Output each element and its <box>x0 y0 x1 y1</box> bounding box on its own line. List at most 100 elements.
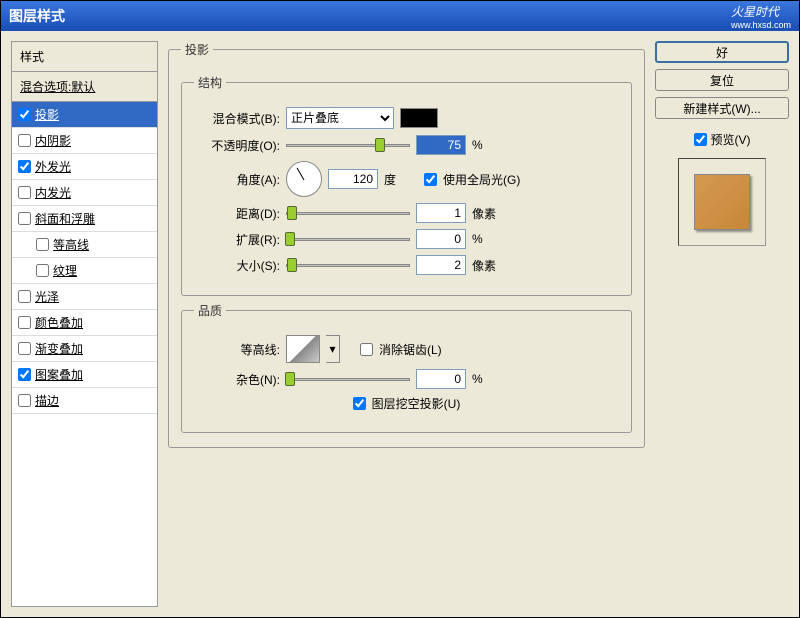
noise-unit: % <box>472 372 506 386</box>
style-item-7[interactable]: 光泽 <box>12 284 157 310</box>
label-size: 大小(S): <box>194 257 280 274</box>
style-item-9[interactable]: 渐变叠加 <box>12 336 157 362</box>
distance-unit: 像素 <box>472 205 506 222</box>
global-light-label: 使用全局光(G) <box>443 171 520 188</box>
noise-slider[interactable] <box>286 378 410 381</box>
style-checkbox-10[interactable] <box>18 368 31 381</box>
style-checkbox-8[interactable] <box>18 316 31 329</box>
style-checkbox-4[interactable] <box>18 212 31 225</box>
style-label-11: 描边 <box>35 392 59 409</box>
watermark-logo: 火星时代 www.hxsd.com <box>731 3 791 30</box>
style-checkbox-9[interactable] <box>18 342 31 355</box>
group-structure-legend: 结构 <box>194 74 226 91</box>
right-panel: 好 复位 新建样式(W)... 预览(V) <box>655 41 789 607</box>
spread-input[interactable] <box>416 229 466 249</box>
style-label-9: 渐变叠加 <box>35 340 83 357</box>
angle-dial[interactable] <box>286 161 322 197</box>
style-item-4[interactable]: 斜面和浮雕 <box>12 206 157 232</box>
label-angle: 角度(A): <box>194 171 280 188</box>
style-checkbox-5[interactable] <box>36 238 49 251</box>
main-panel: 投影 结构 混合模式(B): 正片叠底 不透明度(O): % 角度(A): <box>168 41 645 607</box>
row-noise: 杂色(N): % <box>194 369 619 389</box>
spread-unit: % <box>472 232 506 246</box>
group-quality: 品质 等高线: ▾ 消除锯齿(L) 杂色(N): % 图层挖空投影(U) <box>181 302 632 433</box>
ok-button[interactable]: 好 <box>655 41 789 63</box>
contour-dropdown[interactable]: ▾ <box>326 335 340 363</box>
opacity-input[interactable] <box>416 135 466 155</box>
global-light-checkbox[interactable] <box>424 173 437 186</box>
preview-box <box>678 158 766 246</box>
shadow-color-swatch[interactable] <box>400 108 438 128</box>
knockout-label: 图层挖空投影(U) <box>372 395 461 412</box>
style-label-1: 内阴影 <box>35 132 71 149</box>
label-spread: 扩展(R): <box>194 231 280 248</box>
style-checkbox-3[interactable] <box>18 186 31 199</box>
blend-options-default[interactable]: 混合选项:默认 <box>12 72 157 102</box>
style-item-5[interactable]: 等高线 <box>12 232 157 258</box>
style-checkbox-0[interactable] <box>18 108 31 121</box>
size-input[interactable] <box>416 255 466 275</box>
style-label-10: 图案叠加 <box>35 366 83 383</box>
blend-mode-select[interactable]: 正片叠底 <box>286 107 394 129</box>
style-item-10[interactable]: 图案叠加 <box>12 362 157 388</box>
knockout-checkbox[interactable] <box>353 397 366 410</box>
row-knockout: 图层挖空投影(U) <box>194 395 619 412</box>
label-opacity: 不透明度(O): <box>194 137 280 154</box>
dialog-title: 图层样式 <box>9 6 65 26</box>
size-unit: 像素 <box>472 257 506 274</box>
row-blend-mode: 混合模式(B): 正片叠底 <box>194 107 619 129</box>
preview-swatch <box>694 174 750 230</box>
noise-input[interactable] <box>416 369 466 389</box>
spread-slider[interactable] <box>286 238 410 241</box>
style-label-0: 投影 <box>35 106 59 123</box>
style-checkbox-1[interactable] <box>18 134 31 147</box>
preview-label: 预览(V) <box>711 131 751 148</box>
titlebar: 图层样式 火星时代 www.hxsd.com <box>1 1 799 31</box>
opacity-slider[interactable] <box>286 144 410 147</box>
style-label-6: 纹理 <box>53 262 77 279</box>
style-label-8: 颜色叠加 <box>35 314 83 331</box>
style-item-8[interactable]: 颜色叠加 <box>12 310 157 336</box>
style-label-4: 斜面和浮雕 <box>35 210 95 227</box>
row-opacity: 不透明度(O): % <box>194 135 619 155</box>
styles-list: 样式 混合选项:默认 投影内阴影外发光内发光斜面和浮雕等高线纹理光泽颜色叠加渐变… <box>11 41 158 607</box>
style-label-7: 光泽 <box>35 288 59 305</box>
label-contour: 等高线: <box>194 341 280 358</box>
row-angle: 角度(A): 度 使用全局光(G) <box>194 161 619 197</box>
row-spread: 扩展(R): % <box>194 229 619 249</box>
contour-picker[interactable] <box>286 335 320 363</box>
group-shadow-legend: 投影 <box>181 41 213 58</box>
distance-input[interactable] <box>416 203 466 223</box>
new-style-button[interactable]: 新建样式(W)... <box>655 97 789 119</box>
group-shadow: 投影 结构 混合模式(B): 正片叠底 不透明度(O): % 角度(A): <box>168 41 645 448</box>
antialias-label: 消除锯齿(L) <box>379 341 442 358</box>
style-item-2[interactable]: 外发光 <box>12 154 157 180</box>
label-blend: 混合模式(B): <box>194 110 280 127</box>
style-label-5: 等高线 <box>53 236 89 253</box>
angle-unit: 度 <box>384 171 418 188</box>
row-distance: 距离(D): 像素 <box>194 203 619 223</box>
group-structure: 结构 混合模式(B): 正片叠底 不透明度(O): % 角度(A): 度 <box>181 74 632 296</box>
style-label-3: 内发光 <box>35 184 71 201</box>
distance-slider[interactable] <box>286 212 410 215</box>
style-checkbox-7[interactable] <box>18 290 31 303</box>
row-size: 大小(S): 像素 <box>194 255 619 275</box>
angle-input[interactable] <box>328 169 378 189</box>
style-item-3[interactable]: 内发光 <box>12 180 157 206</box>
style-item-1[interactable]: 内阴影 <box>12 128 157 154</box>
style-checkbox-2[interactable] <box>18 160 31 173</box>
group-quality-legend: 品质 <box>194 302 226 319</box>
style-label-2: 外发光 <box>35 158 71 175</box>
style-item-6[interactable]: 纹理 <box>12 258 157 284</box>
size-slider[interactable] <box>286 264 410 267</box>
preview-checkbox[interactable] <box>694 133 707 146</box>
styles-header[interactable]: 样式 <box>12 42 157 72</box>
style-item-11[interactable]: 描边 <box>12 388 157 414</box>
style-item-0[interactable]: 投影 <box>12 102 157 128</box>
style-checkbox-11[interactable] <box>18 394 31 407</box>
dialog-body: 样式 混合选项:默认 投影内阴影外发光内发光斜面和浮雕等高线纹理光泽颜色叠加渐变… <box>1 31 799 617</box>
antialias-checkbox[interactable] <box>360 343 373 356</box>
row-contour: 等高线: ▾ 消除锯齿(L) <box>194 335 619 363</box>
cancel-button[interactable]: 复位 <box>655 69 789 91</box>
style-checkbox-6[interactable] <box>36 264 49 277</box>
